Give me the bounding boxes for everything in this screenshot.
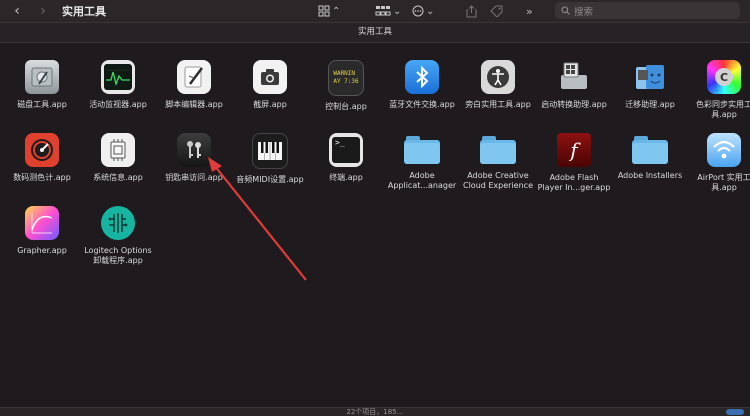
app-label: 控制台.app [325, 102, 367, 111]
activity-monitor-icon [101, 60, 135, 94]
console-warning-text: WARNIN [333, 70, 356, 77]
search-icon [561, 6, 570, 15]
app-label: AirPort 实用工 具.app [697, 173, 750, 192]
digital-color-meter-icon [25, 133, 59, 167]
chevron-left-icon[interactable]: ‹ [10, 3, 24, 19]
app-label: 蓝牙文件交换.app [389, 100, 455, 109]
app-item-voiceover[interactable]: 旁白实用工具.app [459, 60, 537, 110]
chevron-double-right-icon: » [526, 4, 533, 18]
logitech-icon [101, 206, 135, 240]
app-label: 启动转换助理.app [541, 100, 607, 109]
console-time-text: AY 7:36 [333, 78, 359, 85]
airport-icon [707, 133, 741, 167]
updown-chevron-icon: ⌃ [332, 5, 341, 17]
app-label: 脚本编辑器.app [165, 100, 223, 109]
share-button[interactable] [466, 0, 477, 22]
group-by-icon [375, 6, 391, 16]
folder-icon [632, 133, 668, 165]
file-grid: 磁盘工具.app 活动监视器.app 脚本编辑器.app 截屏.app WARN… [0, 55, 750, 355]
app-label: 终端.app [329, 173, 363, 182]
app-label: 系统信息.app [93, 173, 143, 182]
folder-icon [480, 133, 516, 165]
app-label: 色彩同步实用工 具.app [696, 100, 750, 119]
more-button[interactable]: » [526, 0, 533, 22]
script-editor-icon [177, 60, 211, 94]
window-toolbar: ‹ › 实用工具 ⌃ ⌄ ⌄ » 搜索 [0, 0, 750, 22]
app-label: Grapher.app [17, 246, 67, 255]
app-label: Adobe Applicat...anager [387, 171, 457, 190]
app-item-logitech-options-uninstaller[interactable]: Logitech Options 卸载程序.app [79, 206, 157, 266]
app-item-disk-utility[interactable]: 磁盘工具.app [3, 60, 81, 110]
app-label: 迁移助理.app [625, 100, 675, 109]
app-label: Logitech Options 卸载程序.app [84, 246, 152, 265]
app-label: Adobe Installers [617, 171, 683, 180]
search-placeholder: 搜索 [574, 6, 594, 18]
app-item-activity-monitor[interactable]: 活动监视器.app [79, 60, 157, 110]
grid-view-icon [318, 5, 330, 17]
folder-icon [404, 133, 440, 165]
app-item-terminal[interactable]: >_ 终端.app [307, 133, 385, 183]
app-item-colorsync[interactable]: C 色彩同步实用工 具.app [685, 60, 750, 120]
audio-midi-icon [252, 133, 288, 169]
app-item-grapher[interactable]: Grapher.app [3, 206, 81, 256]
migration-assistant-icon [633, 60, 667, 94]
app-item-boot-camp[interactable]: 启动转换助理.app [535, 60, 613, 110]
tab-title: 实用工具 [357, 27, 392, 37]
app-item-keychain-access[interactable]: 钥匙串访问.app [155, 133, 233, 183]
tab-title-bar: 实用工具 [0, 22, 750, 43]
app-item-adobe-flash[interactable]: f Adobe Flash Player In...ger.app [535, 133, 613, 193]
tag-icon [490, 5, 503, 17]
disk-utility-icon [25, 60, 59, 94]
app-label: Adobe Creative Cloud Experience [462, 171, 533, 190]
screenshot-icon [253, 60, 287, 94]
app-label: 旁白实用工具.app [465, 100, 531, 109]
app-item-console[interactable]: WARNIN AY 7:36 控制台.app [307, 60, 385, 112]
colorsync-icon: C [707, 60, 741, 94]
app-label: 钥匙串访问.app [165, 173, 223, 182]
flash-icon: f [557, 133, 591, 167]
size-slider[interactable] [726, 409, 744, 415]
group-by-button[interactable]: ⌄ [375, 0, 401, 22]
chevron-right-icon[interactable]: › [36, 3, 50, 19]
folder-item-adobe-creative-cloud[interactable]: Adobe Creative Cloud Experience [459, 133, 537, 191]
app-item-screenshot[interactable]: 截屏.app [231, 60, 309, 110]
chevron-down-icon: ⌄ [426, 5, 435, 17]
app-item-airport-utility[interactable]: AirPort 实用工 具.app [685, 133, 750, 193]
app-item-digital-color-meter[interactable]: 数码测色计.app [3, 133, 81, 183]
keychain-access-icon [177, 133, 211, 167]
folder-item-adobe-application-manager[interactable]: Adobe Applicat...anager [383, 133, 461, 191]
tag-button[interactable] [490, 0, 503, 22]
bluetooth-icon [405, 60, 439, 94]
app-label: 音频MIDI设置.app [236, 175, 304, 184]
console-icon: WARNIN AY 7:36 [328, 60, 364, 96]
action-menu-button[interactable]: ⌄ [412, 0, 434, 22]
app-item-script-editor[interactable]: 脚本编辑器.app [155, 60, 233, 110]
view-toggle-button[interactable]: ⌃ [318, 0, 340, 22]
app-item-system-information[interactable]: 系统信息.app [79, 133, 157, 183]
app-item-audio-midi[interactable]: 音频MIDI设置.app [231, 133, 309, 185]
system-information-icon [101, 133, 135, 167]
app-item-migration-assistant[interactable]: 迁移助理.app [611, 60, 689, 110]
folder-item-adobe-installers[interactable]: Adobe Installers [611, 133, 689, 181]
app-item-bluetooth[interactable]: 蓝牙文件交换.app [383, 60, 461, 110]
app-label: 磁盘工具.app [17, 100, 67, 109]
terminal-icon: >_ [329, 133, 363, 167]
search-field[interactable]: 搜索 [555, 2, 740, 19]
window-title: 实用工具 [62, 5, 106, 18]
share-icon [466, 4, 477, 17]
boot-camp-icon [557, 60, 591, 94]
chevron-down-icon: ⌄ [393, 5, 402, 17]
grapher-icon [25, 206, 59, 240]
voiceover-icon [481, 60, 515, 94]
app-label: 数码测色计.app [13, 173, 71, 182]
app-label: 截屏.app [253, 100, 287, 109]
app-label: 活动监视器.app [89, 100, 147, 109]
ellipsis-circle-icon [412, 5, 424, 17]
app-label: Adobe Flash Player In...ger.app [537, 173, 611, 192]
